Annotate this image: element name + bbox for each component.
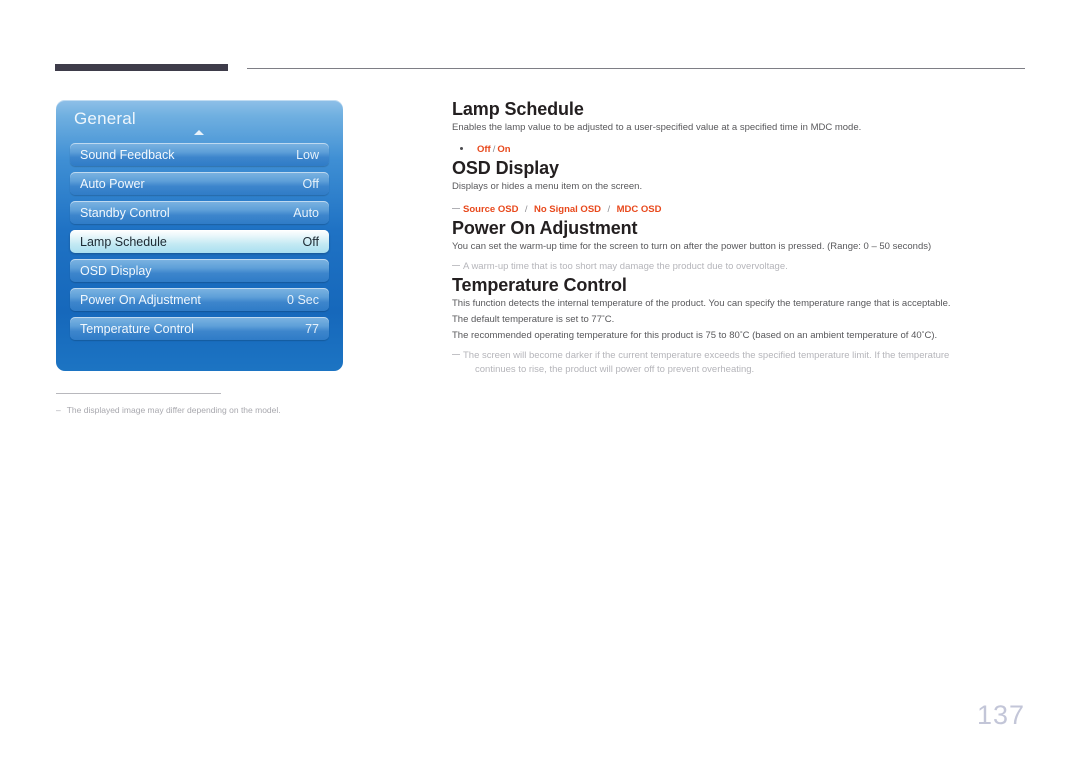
osd-row-value: Off — [302, 176, 319, 191]
section-body: Displays or hides a menu item on the scr… — [452, 181, 643, 192]
osd-row-label: Auto Power — [80, 176, 145, 191]
page-title: Temperature Control — [452, 275, 627, 295]
section-body: You can set the warm-up time for the scr… — [452, 241, 932, 252]
main-content: Lamp Schedule Enables the lamp value to … — [452, 98, 1032, 377]
section-note-line2: continues to rise, the product will powe… — [475, 364, 755, 375]
default-temp-post: C. — [604, 314, 615, 325]
osd-row-auto-power[interactable]: Auto Power Off — [70, 172, 329, 195]
osd-row-value: Auto — [293, 205, 319, 220]
section-temperature-control: Temperature Control This function detect… — [452, 274, 1032, 377]
osd-row-label: Sound Feedback — [80, 147, 175, 162]
recommended-temp-pre: The recommended operating temperature fo… — [452, 330, 740, 341]
footnote-text: The displayed image may differ depending… — [66, 405, 281, 415]
osd-row-lamp-schedule[interactable]: Lamp Schedule Off — [70, 230, 329, 253]
section-note: The screen will become darker if the cur… — [452, 349, 1032, 377]
header-thin-rule — [247, 68, 1025, 69]
osd-row-sound-feedback[interactable]: Sound Feedback Low — [70, 143, 329, 166]
osd-row-value: 77 — [305, 321, 319, 336]
section-body: Enables the lamp value to be adjusted to… — [452, 122, 862, 133]
option-separator: / — [492, 144, 496, 155]
chevron-up-icon — [194, 130, 204, 135]
section-body: This function detects the internal tempe… — [452, 298, 951, 309]
option-mdc-osd: MDC OSD — [616, 204, 662, 215]
osd-menu-panel: General Sound Feedback Low Auto Power Of… — [56, 100, 343, 371]
dash-icon — [452, 207, 460, 209]
section-body-recommended-temp: The recommended operating temperature fo… — [452, 327, 1032, 343]
section-note-text: A warm-up time that is too short may dam… — [463, 261, 788, 272]
section-osd-display: OSD Display Displays or hides a menu ite… — [452, 157, 1032, 217]
osd-row-value: 0 Sec — [287, 292, 319, 307]
option-source-osd: Source OSD — [463, 204, 519, 215]
dash-icon — [452, 264, 460, 266]
footnote-dash: – — [56, 405, 61, 415]
osd-row-temperature-control[interactable]: Temperature Control 77 — [70, 317, 329, 340]
osd-menu-list: Sound Feedback Low Auto Power Off Standb… — [70, 143, 329, 346]
section-note-text: The screen will become darker if the cur… — [463, 349, 949, 377]
option-separator: / — [607, 204, 611, 215]
section-body-default-temp: The default temperature is set to 77°C. — [452, 311, 1032, 327]
page-title: Lamp Schedule — [452, 99, 584, 119]
osd-row-osd-display[interactable]: OSD Display — [70, 259, 329, 282]
osd-row-value: Low — [296, 147, 319, 162]
osd-row-power-on-adjustment[interactable]: Power On Adjustment 0 Sec — [70, 288, 329, 311]
section-power-on-adjustment: Power On Adjustment You can set the warm… — [452, 217, 1032, 274]
page-title: Power On Adjustment — [452, 218, 638, 238]
option-on: On — [497, 144, 511, 155]
osd-row-value: Off — [302, 234, 319, 249]
bullet-icon — [460, 147, 463, 150]
header-thick-rule — [55, 64, 228, 71]
page-title: OSD Display — [452, 158, 559, 178]
default-temp-pre: The default temperature is set to 77 — [452, 314, 602, 325]
option-dash-row: Source OSD / No Signal OSD / MDC OSD — [452, 201, 1032, 217]
osd-row-label: Lamp Schedule — [80, 234, 167, 249]
recommended-temp-post: C). — [924, 330, 938, 341]
left-footnote: – The displayed image may differ dependi… — [56, 404, 356, 417]
option-no-signal-osd: No Signal OSD — [533, 204, 602, 215]
osd-row-label: Power On Adjustment — [80, 292, 201, 307]
osd-row-label: Temperature Control — [80, 321, 194, 336]
osd-row-standby-control[interactable]: Standby Control Auto — [70, 201, 329, 224]
section-lamp-schedule: Lamp Schedule Enables the lamp value to … — [452, 98, 1032, 157]
page-number: 137 — [976, 700, 1025, 730]
dash-icon — [452, 353, 460, 355]
section-note: A warm-up time that is too short may dam… — [452, 260, 1032, 274]
osd-panel-title: General — [74, 109, 136, 128]
left-footnote-rule — [56, 393, 221, 394]
option-bullet-row: Off / On — [452, 143, 1032, 157]
recommended-temp-mid: C (based on an ambient temperature of 40 — [742, 330, 922, 341]
option-separator: / — [524, 204, 528, 215]
osd-row-label: OSD Display — [80, 263, 152, 278]
option-off: Off — [477, 144, 491, 155]
osd-row-label: Standby Control — [80, 205, 170, 220]
section-note-line1: The screen will become darker if the cur… — [463, 350, 950, 361]
